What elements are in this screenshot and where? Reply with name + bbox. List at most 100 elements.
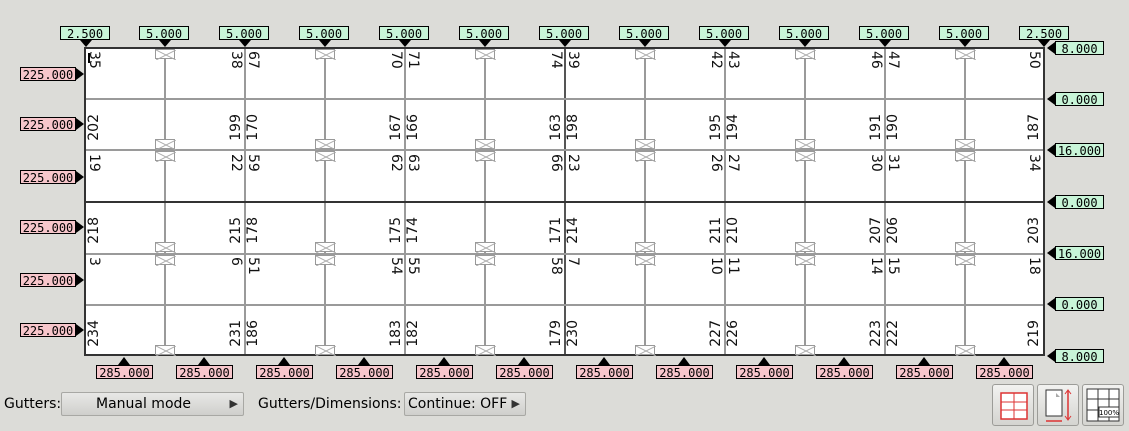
cell-width-tag[interactable]: 285.000 [176, 365, 233, 380]
gutter-marker[interactable] [315, 139, 336, 150]
gutter-marker[interactable] [315, 345, 336, 356]
gutter-marker[interactable] [635, 151, 656, 162]
gutter-marker[interactable] [475, 242, 496, 253]
cell-width-tag[interactable]: 285.000 [656, 365, 713, 380]
gutter-marker[interactable] [155, 242, 176, 253]
gutter-marker[interactable] [315, 49, 336, 60]
gutter-marker[interactable] [795, 139, 816, 150]
gutter-value-tag[interactable]: 5.000 [939, 26, 989, 41]
gutter-value-tag[interactable]: 5.000 [379, 26, 429, 41]
gutter-value-tag[interactable]: 5.000 [459, 26, 509, 41]
gutter-value-tag[interactable]: 8.000 [1055, 349, 1104, 364]
gutter-value-tag[interactable]: 0.000 [1055, 297, 1104, 312]
cell-height-tag[interactable]: 225.000 [20, 273, 76, 288]
gutter-value-tag[interactable]: 16.000 [1055, 143, 1104, 158]
gutter-value-tag[interactable]: 5.000 [219, 26, 269, 41]
gutter-marker[interactable] [475, 151, 496, 162]
up-arrow-icon [998, 357, 1010, 365]
cell-width-tag[interactable]: 285.000 [896, 365, 953, 380]
gutter-marker[interactable] [955, 49, 976, 60]
gutter-value-tag[interactable]: 5.000 [619, 26, 669, 41]
gutter-marker[interactable] [155, 151, 176, 162]
cell-height-tag[interactable]: 225.000 [20, 323, 76, 338]
gutter-marker[interactable] [155, 345, 176, 356]
gutter-marker[interactable] [315, 242, 336, 253]
page-number: 234 [86, 320, 102, 347]
gutter-marker[interactable] [955, 139, 976, 150]
cell-height-tag[interactable]: 225.000 [20, 220, 76, 235]
row-divider [86, 98, 1043, 100]
cell-height-tag[interactable]: 225.000 [20, 67, 76, 82]
page-number: 211 [708, 217, 724, 244]
left-arrow-icon [1047, 42, 1055, 54]
page-number: 55 [405, 257, 421, 275]
gutter-value-tag[interactable]: 2.500 [1019, 26, 1069, 41]
gutter-marker[interactable] [315, 255, 336, 266]
page-number: 226 [725, 320, 741, 347]
gutter-marker[interactable] [955, 255, 976, 266]
cell-height-tag[interactable]: 225.000 [20, 117, 76, 132]
page-size-button[interactable] [1037, 384, 1079, 426]
cell-height-tag[interactable]: 225.000 [20, 170, 76, 185]
gutter-value-tag[interactable]: 5.000 [779, 26, 829, 41]
gutter-marker[interactable] [155, 139, 176, 150]
gutter-marker[interactable] [635, 49, 656, 60]
gutter-value-tag[interactable]: 0.000 [1055, 195, 1104, 210]
gutter-marker[interactable] [635, 345, 656, 356]
gutter-marker[interactable] [795, 151, 816, 162]
cell-width-tag[interactable]: 285.000 [256, 365, 313, 380]
page-number: 10 [708, 257, 724, 275]
right-arrow-icon [76, 324, 84, 336]
page-number: 203 [1026, 217, 1042, 244]
cell-width-tag[interactable]: 285.000 [576, 365, 633, 380]
page-number: 230 [565, 320, 581, 347]
gutter-value-tag[interactable]: 5.000 [859, 26, 909, 41]
right-arrow-icon [76, 118, 84, 130]
gutter-marker[interactable] [955, 345, 976, 356]
cell-width-tag[interactable]: 285.000 [496, 365, 553, 380]
continue-toggle-dropdown[interactable]: Continue: OFF ▶ [404, 392, 526, 416]
gutter-marker[interactable] [155, 255, 176, 266]
gutter-marker[interactable] [795, 242, 816, 253]
gutter-marker[interactable] [635, 255, 656, 266]
gutter-value-tag[interactable]: 0.000 [1055, 92, 1104, 107]
gutter-marker[interactable] [795, 49, 816, 60]
gutter-marker[interactable] [955, 242, 976, 253]
imposition-layout-panel: Gutters: Manual mode ▶ Gutters/Dimension… [0, 0, 1129, 431]
cell-width-tag[interactable]: 285.000 [96, 365, 153, 380]
gutter-value-tag[interactable]: 8.000 [1055, 41, 1104, 56]
cell-width-tag[interactable]: 285.000 [736, 365, 793, 380]
gutter-marker[interactable] [795, 345, 816, 356]
gutter-marker[interactable] [475, 49, 496, 60]
page-number: 58 [548, 257, 564, 275]
gutter-value-tag[interactable]: 5.000 [139, 26, 189, 41]
gutter-value-tag[interactable]: 2.500 [60, 26, 110, 41]
gutter-marker[interactable] [155, 49, 176, 60]
gutter-marker[interactable] [475, 255, 496, 266]
cell-width-tag[interactable]: 285.000 [416, 365, 473, 380]
cell-width-tag[interactable]: 285.000 [816, 365, 873, 380]
gutter-value-tag[interactable]: 16.000 [1055, 246, 1104, 261]
down-arrow-icon [879, 40, 891, 47]
page-number: 19 [86, 154, 102, 172]
gutter-marker[interactable] [315, 151, 336, 162]
left-arrow-icon [1047, 144, 1055, 156]
chevron-right-icon: ▶ [229, 397, 238, 410]
page-number: 22 [228, 154, 244, 172]
gutter-value-tag[interactable]: 5.000 [699, 26, 749, 41]
gutter-marker[interactable] [635, 242, 656, 253]
gutter-marker[interactable] [635, 139, 656, 150]
page-number: 166 [405, 114, 421, 141]
grid-view-button[interactable] [992, 384, 1034, 426]
cell-width-tag[interactable]: 285.000 [976, 365, 1033, 380]
gutter-value-tag[interactable]: 5.000 [299, 26, 349, 41]
page-number: 202 [86, 114, 102, 141]
gutter-marker[interactable] [475, 139, 496, 150]
zoom-100-button[interactable]: 100% [1082, 384, 1124, 426]
gutter-marker[interactable] [475, 345, 496, 356]
gutter-value-tag[interactable]: 5.000 [539, 26, 589, 41]
gutter-marker[interactable] [955, 151, 976, 162]
cell-width-tag[interactable]: 285.000 [336, 365, 393, 380]
gutters-mode-dropdown[interactable]: Manual mode ▶ [61, 392, 244, 416]
gutter-marker[interactable] [795, 255, 816, 266]
